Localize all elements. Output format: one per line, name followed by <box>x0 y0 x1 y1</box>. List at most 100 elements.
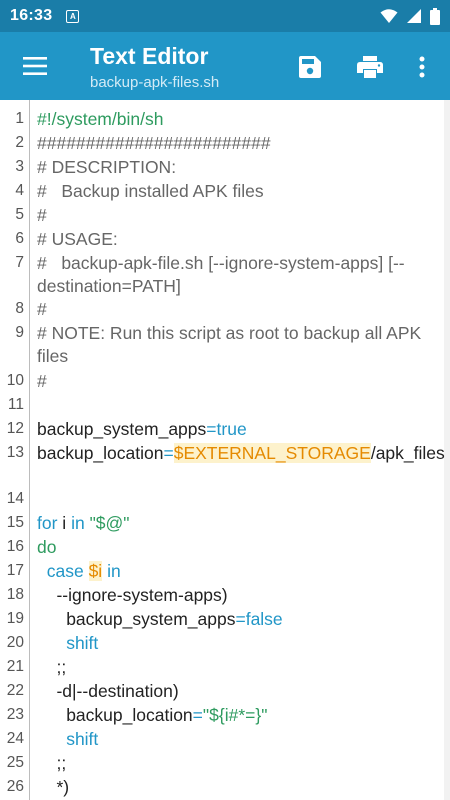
code-line[interactable]: 23 backup_location="${i#*=}" <box>0 704 450 727</box>
code-text: backup_system_apps=true <box>37 418 437 441</box>
code-token: i <box>57 513 72 533</box>
line-number: 17 <box>6 562 24 579</box>
code-token: --ignore-system-apps <box>37 585 222 605</box>
notification-a-icon: A <box>66 9 80 23</box>
code-line[interactable]: 15 for i in "$@" <box>0 512 450 535</box>
code-token: do <box>37 537 57 557</box>
more-vert-icon <box>419 56 425 78</box>
code-editor[interactable]: 1 #!/system/bin/sh 2 ######################… <box>0 100 450 800</box>
code-line[interactable]: 14 <box>0 488 450 508</box>
code-text: # USAGE: <box>37 228 437 251</box>
line-number: 15 <box>6 514 24 531</box>
code-text: backup_system_apps=false <box>37 608 437 631</box>
signal-icon <box>407 9 421 23</box>
code-token: backup_location <box>37 443 164 463</box>
code-token: # backup-apk-file.sh [--ignore-system-ap… <box>37 253 405 296</box>
line-number: 26 <box>6 778 24 795</box>
code-token: "$@" <box>89 513 130 533</box>
menu-icon <box>23 57 47 75</box>
code-text: ;; <box>37 752 437 775</box>
code-line[interactable]: 26 *) <box>0 776 450 797</box>
code-token: = <box>163 443 174 463</box>
wifi-icon <box>380 9 398 23</box>
code-line[interactable]: 3 # DESCRIPTION: <box>0 156 450 179</box>
code-line[interactable]: 9 # NOTE: Run this script as root to back… <box>0 322 450 366</box>
code-line[interactable]: 10 # <box>0 370 450 393</box>
code-text: shift <box>37 728 437 751</box>
code-text: for i in "$@" <box>37 512 437 535</box>
code-token: # USAGE: <box>37 229 118 249</box>
code-text: -d|--destination) <box>37 680 437 703</box>
code-line[interactable]: 20 shift <box>0 632 450 655</box>
code-text: ;; <box>37 656 437 679</box>
code-line[interactable]: 4 # Backup installed APK files <box>0 180 450 201</box>
code-line[interactable]: 8 # <box>0 298 450 319</box>
code-token: ) <box>172 681 179 701</box>
code-token: shift <box>66 729 99 749</box>
code-line[interactable]: 19 backup_system_apps=false <box>0 608 450 631</box>
battery-icon <box>430 7 440 25</box>
line-number: 14 <box>6 490 24 507</box>
line-number: 18 <box>6 586 24 603</box>
code-token: # <box>37 371 47 391</box>
code-line[interactable]: 1 #!/system/bin/sh <box>0 108 450 131</box>
code-token: /apk_files <box>370 443 445 463</box>
code-token: # DESCRIPTION: <box>37 157 177 177</box>
status-bar: 16:33 A <box>0 0 450 32</box>
code-line[interactable]: 13 backup_location=$EXTERNAL_STORAGE/apk_… <box>0 442 450 463</box>
code-line[interactable]: 17 case $i in <box>0 560 450 583</box>
print-button[interactable] <box>352 49 388 85</box>
code-line[interactable]: 24 shift <box>0 728 450 751</box>
code-token: backup_location <box>37 705 193 725</box>
code-token: = <box>235 609 246 629</box>
line-number: 8 <box>15 300 24 317</box>
line-number: 24 <box>6 730 24 747</box>
code-text: #!/system/bin/sh <box>37 108 437 131</box>
code-token: *) <box>37 777 70 797</box>
code-text: # <box>37 370 437 393</box>
code-token: in <box>71 513 85 533</box>
code-line[interactable]: 22 -d|--destination) <box>0 680 450 703</box>
code-line[interactable]: 21 ;; <box>0 656 450 679</box>
code-token: case <box>46 561 84 581</box>
code-line[interactable]: 12 backup_system_apps=true <box>0 418 450 441</box>
line-number: 2 <box>15 134 24 151</box>
code-token: "${i#*=}" <box>202 705 268 725</box>
more-options-button[interactable] <box>404 49 440 85</box>
code-text: backup_location="${i#*=}" <box>37 704 437 727</box>
save-button[interactable] <box>292 49 328 85</box>
line-number: 7 <box>15 254 24 271</box>
app-title: Text Editor <box>90 43 209 69</box>
menu-button[interactable] <box>14 48 56 84</box>
code-token: # NOTE: Run this script as root to backu… <box>37 323 427 366</box>
code-line[interactable]: 25 ;; <box>0 752 450 775</box>
status-icons <box>380 7 440 25</box>
code-token: backup_system_apps <box>37 609 236 629</box>
file-name-subtitle: backup-apk-files.sh <box>90 74 220 91</box>
code-token: $i <box>88 561 103 581</box>
line-number: 19 <box>6 610 24 627</box>
code-line[interactable]: 6 # USAGE: <box>0 228 450 251</box>
code-token: ######################## <box>37 133 271 153</box>
code-text: shift <box>37 632 437 655</box>
code-line[interactable]: 5 # <box>0 204 450 225</box>
code-line[interactable]: 11 <box>0 394 450 414</box>
code-token: ;; <box>37 753 67 773</box>
code-token: $EXTERNAL_STORAGE <box>173 443 371 463</box>
line-number: 22 <box>6 682 24 699</box>
code-line[interactable]: 18 --ignore-system-apps) <box>0 584 450 607</box>
code-token: = <box>206 419 217 439</box>
code-text: case $i in <box>37 560 437 583</box>
print-icon <box>357 56 383 78</box>
line-number: 1 <box>15 110 24 127</box>
code-token: = <box>192 705 203 725</box>
code-line[interactable]: 16 do <box>0 536 450 559</box>
code-text: # DESCRIPTION: <box>37 156 437 179</box>
code-line[interactable]: 2 ######################## <box>0 132 450 153</box>
code-text: --ignore-system-apps) <box>37 584 437 607</box>
code-token: #!/system/bin/sh <box>37 109 164 129</box>
code-text: do <box>37 536 437 559</box>
code-line[interactable]: 7 # backup-apk-file.sh [--ignore-system-a… <box>0 252 450 296</box>
